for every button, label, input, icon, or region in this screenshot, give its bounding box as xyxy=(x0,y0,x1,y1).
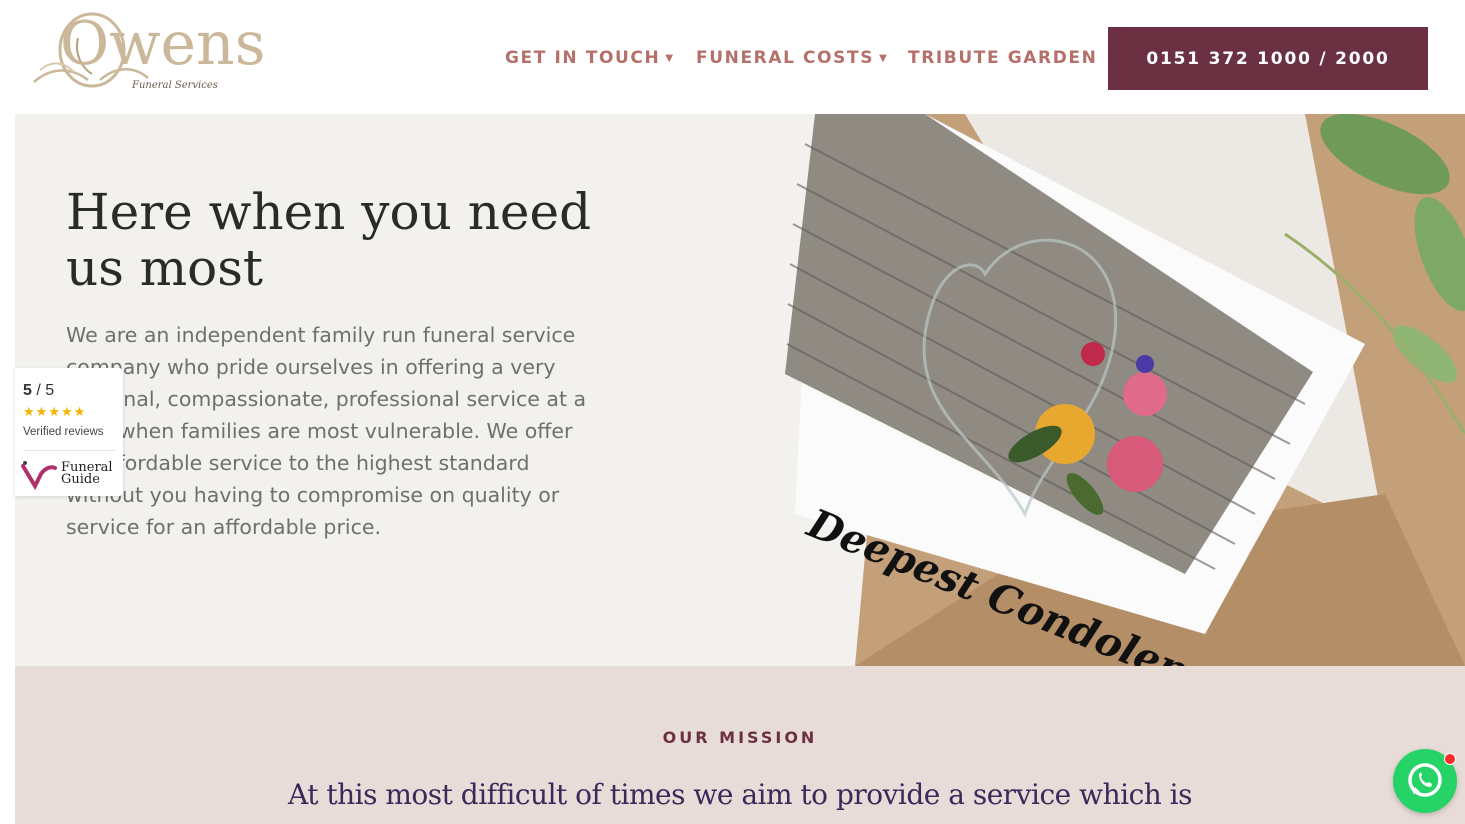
badge-divider xyxy=(23,450,115,451)
nav-item-funeral-costs[interactable]: FUNERAL COSTS ▼ xyxy=(696,48,888,68)
score-total: / 5 xyxy=(36,382,55,399)
nav-tribute-garden[interactable]: TRIBUTE GARDEN xyxy=(908,48,1097,68)
mission-text: At this most difficult of times we aim t… xyxy=(287,778,1193,811)
nav-label: GET IN TOUCH xyxy=(505,48,661,68)
hero-text: We are an independent family run funeral… xyxy=(66,323,587,539)
brand-line-2: Guide xyxy=(61,472,100,487)
nav-item-tribute-garden[interactable]: TRIBUTE GARDEN xyxy=(908,48,1097,68)
caret-down-icon: ▼ xyxy=(665,52,675,64)
nav-label: TRIBUTE GARDEN xyxy=(908,48,1098,68)
nav-get-in-touch[interactable]: GET IN TOUCH ▼ xyxy=(505,48,675,68)
nav-item-get-in-touch[interactable]: GET IN TOUCH ▼ xyxy=(505,48,675,68)
caret-down-icon: ▼ xyxy=(879,52,889,64)
funeral-guide-logo-icon xyxy=(21,461,57,490)
notification-dot xyxy=(1444,753,1456,765)
condolence-card-image: Deepest Condolences xyxy=(785,114,1465,666)
mission-section: OUR MISSION At this most difficult of ti… xyxy=(15,666,1465,824)
owens-logo[interactable]: Owens Funeral Services xyxy=(30,8,320,98)
hero-title: Here when you need us most xyxy=(66,183,592,297)
verified-reviews-label: Verified reviews xyxy=(23,426,104,438)
hero-section: Here when you need us most We are an ind… xyxy=(15,114,1465,666)
logo-wordmark: Owens xyxy=(60,9,266,79)
nav-label: FUNERAL COSTS xyxy=(696,48,875,68)
phone-button[interactable]: 0151 372 1000 / 2000 xyxy=(1108,27,1428,90)
rating-score: 5 / 5 xyxy=(23,382,54,400)
logo-subtitle: Funeral Services xyxy=(132,80,218,91)
mission-label: OUR MISSION xyxy=(662,728,818,747)
site-header: Owens Funeral Services GET IN TOUCH ▼ FU… xyxy=(0,0,1465,114)
rating-badge[interactable]: 5 / 5 ★★★★★ Verified reviews Funeral Gui… xyxy=(15,368,123,496)
funeral-guide-brand: Funeral Guide xyxy=(61,461,113,487)
nav-funeral-costs[interactable]: FUNERAL COSTS ▼ xyxy=(696,48,888,68)
star-rating-icon: ★★★★★ xyxy=(23,404,87,419)
score-value: 5 xyxy=(23,382,32,399)
